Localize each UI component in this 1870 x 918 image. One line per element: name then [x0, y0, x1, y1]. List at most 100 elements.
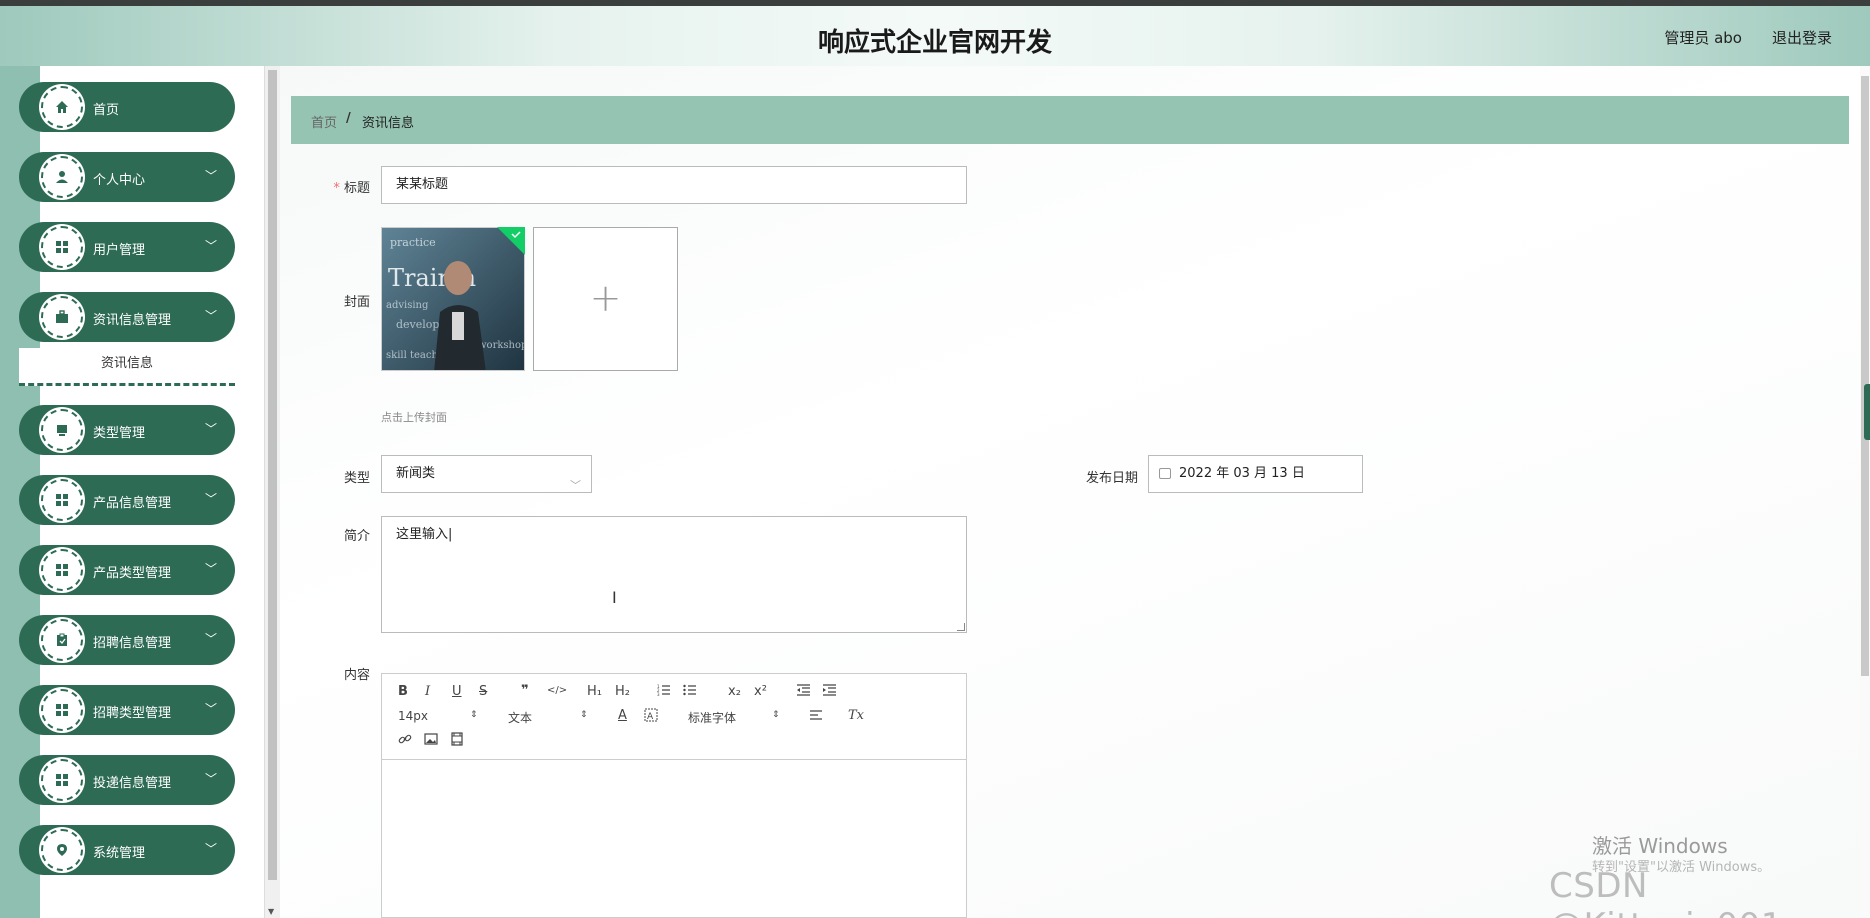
indent-button[interactable] — [822, 683, 837, 701]
italic-button[interactable]: I — [425, 684, 430, 699]
type-select[interactable]: 新闻类 ﹀ — [381, 455, 592, 493]
chevron-down-icon: ﹀ — [204, 562, 217, 576]
image-icon — [424, 733, 438, 745]
sidebar-item[interactable]: 招聘信息管理 ﹀ — [19, 615, 235, 665]
chevron-down-icon: ﹀ — [204, 702, 217, 716]
date-label: 发布日期 — [1085, 471, 1138, 486]
side-tab[interactable] — [1864, 384, 1870, 440]
updown-icon: ⇕ — [772, 710, 780, 720]
title-input[interactable]: 某某标题 — [381, 166, 967, 204]
resize-handle[interactable] — [957, 623, 965, 631]
sidebar-item[interactable]: 系统管理 ﹀ — [19, 825, 235, 875]
chevron-down-icon: ﹀ — [204, 842, 217, 856]
sidebar-item[interactable]: 资讯信息管理 ﹀ — [19, 292, 235, 342]
intro-textarea[interactable]: 这里输入| — [381, 516, 967, 633]
svg-text:A: A — [647, 712, 654, 722]
rich-text-editor[interactable]: B I U S ❞ </> H₁ H₂ 123 x₂ x² 14px ⇕ 文本 ⇕ … — [381, 673, 967, 918]
chevron-down-icon: ﹀ — [204, 492, 217, 506]
sidebar-item-label: 产品信息管理 — [93, 496, 172, 511]
grid-icon — [41, 549, 83, 591]
app-title: 响应式企业官网开发 — [817, 28, 1052, 58]
scroll-down-arrow[interactable]: ▼ — [268, 907, 274, 916]
chevron-down-icon: ﹀ — [204, 632, 217, 646]
sidebar-item[interactable]: 首页 — [19, 82, 235, 132]
heading-select[interactable]: 文本 ⇕ — [508, 709, 588, 726]
h1-button[interactable]: H₁ — [587, 684, 602, 699]
main-scroll-thumb[interactable] — [1861, 76, 1869, 676]
sidebar-item-label: 类型管理 — [93, 426, 146, 441]
superscript-button[interactable]: x² — [754, 684, 767, 699]
upload-success-badge — [497, 227, 525, 255]
sidebar-scrollbar[interactable]: ▼ — [264, 66, 280, 918]
clipboard-icon — [41, 619, 83, 661]
font-size-select[interactable]: 14px ⇕ — [398, 709, 478, 723]
cover-label: 封面 — [343, 295, 370, 310]
link-button[interactable] — [398, 732, 412, 750]
align-left-icon — [810, 710, 822, 720]
sidebar-item-label: 首页 — [93, 103, 120, 118]
chevron-down-icon: ﹀ — [204, 422, 217, 436]
quote-button[interactable]: ❞ — [521, 683, 529, 698]
video-button[interactable] — [450, 732, 464, 750]
background-color-button[interactable]: A — [644, 708, 658, 726]
logout-button[interactable]: 退出登录 — [1772, 27, 1832, 48]
sidebar-item-label: 招聘信息管理 — [93, 636, 172, 651]
sidebar-item-label: 用户管理 — [93, 243, 146, 258]
h2-button[interactable]: H₂ — [615, 684, 630, 699]
outdent-button[interactable] — [796, 683, 811, 701]
breadcrumb: 首页 / 资讯信息 — [291, 96, 1849, 144]
plus-icon: + — [589, 276, 622, 320]
sidebar-item[interactable]: 类型管理 ﹀ — [19, 405, 235, 455]
font-family-select[interactable]: 标准字体 ⇕ — [688, 709, 780, 726]
sidebar-item[interactable]: 投递信息管理 ﹀ — [19, 755, 235, 805]
monitor-icon — [41, 409, 83, 451]
submenu-item-news[interactable]: 资讯信息 — [19, 348, 235, 386]
chevron-down-icon: ﹀ — [204, 169, 217, 183]
outdent-icon — [797, 684, 810, 696]
sidebar-item-label: 个人中心 — [93, 173, 146, 188]
sidebar-item[interactable]: 招聘类型管理 ﹀ — [19, 685, 235, 735]
windows-activation-title: 激活 Windows — [1592, 834, 1728, 858]
sidebar-item[interactable]: 个人中心 ﹀ — [19, 152, 235, 202]
font-color-button[interactable]: A — [618, 708, 627, 723]
clear-format-button[interactable]: Tx — [848, 708, 864, 723]
sidebar-item-label: 系统管理 — [93, 846, 146, 861]
updown-icon: ⇕ — [470, 710, 478, 720]
subscript-button[interactable]: x₂ — [728, 684, 741, 699]
grid-icon — [41, 479, 83, 521]
font-family-value: 标准字体 — [688, 711, 737, 725]
sidebar-item[interactable]: 产品类型管理 ﹀ — [19, 545, 235, 595]
bullet-list-button[interactable] — [683, 683, 697, 701]
chevron-down-icon: ﹀ — [204, 772, 217, 786]
cover-upload-button[interactable]: + — [533, 227, 678, 371]
video-icon — [451, 732, 463, 746]
intro-label: 简介 — [343, 529, 370, 544]
align-button[interactable] — [809, 708, 823, 726]
sidebar-item[interactable]: 产品信息管理 ﹀ — [19, 475, 235, 525]
sidebar-item-label: 投递信息管理 — [93, 776, 172, 791]
ordered-list-button[interactable]: 123 — [657, 683, 671, 701]
date-picker[interactable]: 2022 年 03 月 13 日 — [1148, 455, 1363, 493]
main-scrollbar[interactable] — [1860, 66, 1870, 918]
breadcrumb-home[interactable]: 首页 — [311, 112, 337, 131]
underline-button[interactable]: U — [452, 684, 462, 699]
home-icon — [41, 86, 83, 128]
link-icon — [398, 734, 412, 744]
image-button[interactable] — [424, 732, 438, 750]
sidebar-item[interactable]: 用户管理 ﹀ — [19, 222, 235, 272]
bold-button[interactable]: B — [398, 684, 408, 699]
title-label-text: 标题 — [343, 181, 370, 196]
date-value: 2022 年 03 月 13 日 — [1179, 466, 1305, 481]
sidebar-scroll-thumb[interactable] — [268, 70, 277, 880]
type-select-value: 新闻类 — [396, 466, 436, 481]
content-label: 内容 — [343, 668, 370, 683]
calendar-icon — [1159, 468, 1171, 479]
strike-button[interactable]: S — [479, 684, 487, 699]
code-button[interactable]: </> — [547, 685, 567, 696]
ordered-list-icon: 123 — [657, 684, 670, 697]
breadcrumb-current: 资讯信息 — [362, 116, 415, 131]
grid-icon — [41, 689, 83, 731]
text-cursor-icon: I — [612, 588, 617, 607]
heading-value: 文本 — [508, 711, 533, 725]
title-label: * 标题 — [330, 177, 370, 196]
